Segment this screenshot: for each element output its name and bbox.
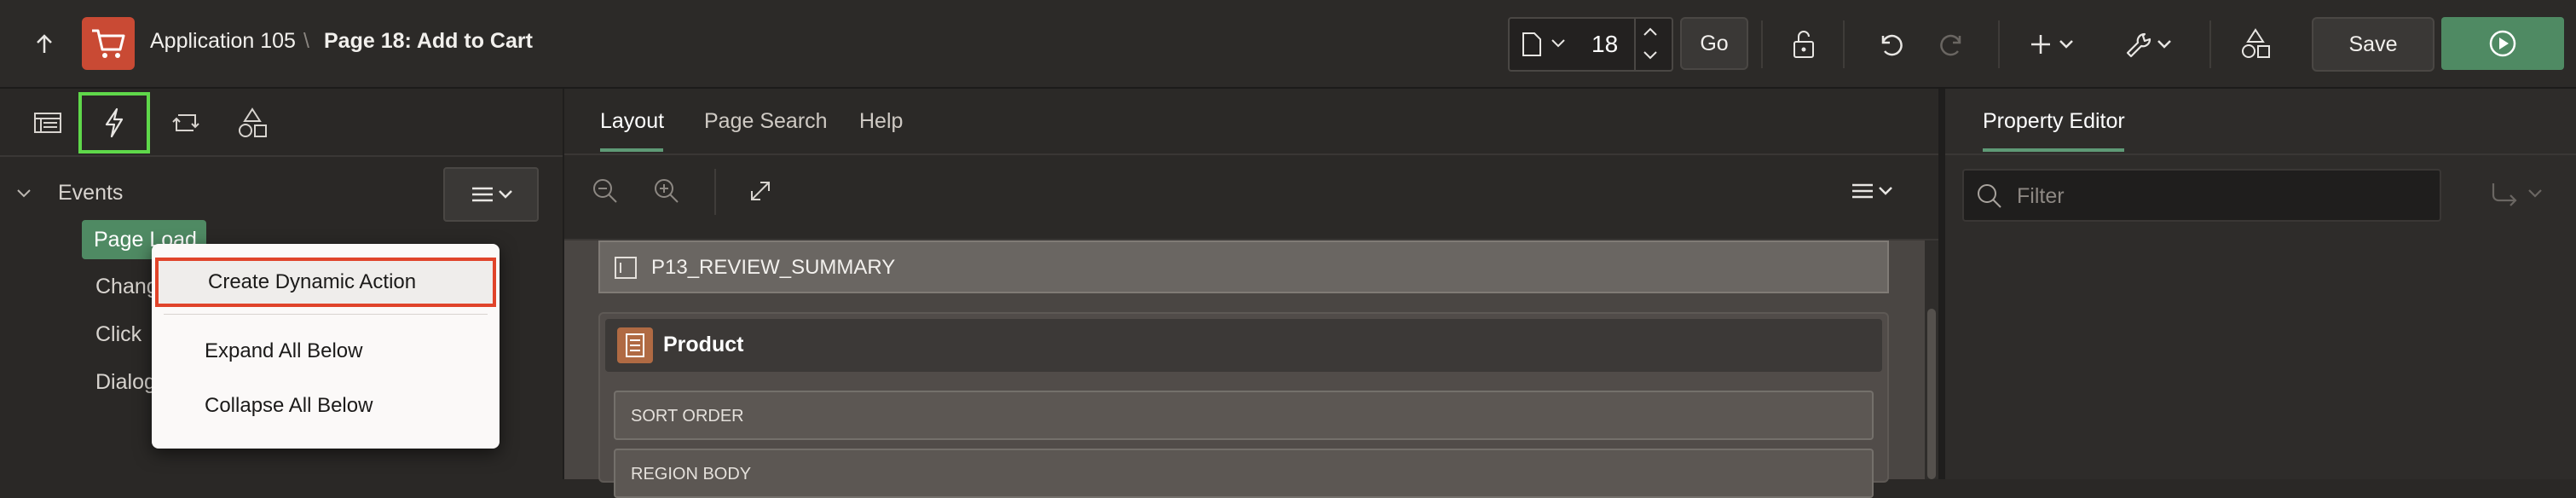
rendering-tab-icon[interactable] xyxy=(26,101,70,145)
collapse-chevron-icon[interactable] xyxy=(15,188,32,200)
run-button[interactable] xyxy=(2441,17,2564,70)
search-icon xyxy=(1976,182,2003,210)
right-splitter[interactable] xyxy=(1938,89,1945,479)
menu-item-label: Create Dynamic Action xyxy=(208,270,417,293)
wrench-icon[interactable] xyxy=(2123,26,2177,63)
tree-menu-button[interactable] xyxy=(443,167,539,222)
center-pane: Layout Page Search Help P13_REVIEW_SUMMA… xyxy=(564,89,1938,498)
tab-row-divider xyxy=(0,155,563,157)
zoom-in-icon[interactable] xyxy=(648,172,685,210)
go-to-group-icon[interactable] xyxy=(2482,174,2559,217)
toolbar-divider xyxy=(714,169,716,215)
page-selector[interactable]: 18 xyxy=(1508,17,1673,72)
tab-row-divider xyxy=(1945,153,2576,155)
tab-page-search[interactable]: Page Search xyxy=(704,109,828,134)
active-tab-underline xyxy=(600,148,663,152)
app-cart-icon[interactable] xyxy=(82,17,135,70)
stepper-divider xyxy=(1634,19,1636,70)
toolbar-divider xyxy=(2209,20,2211,68)
item-label: P13_REVIEW_SUMMARY xyxy=(651,256,896,279)
tree-root-events[interactable]: Events xyxy=(58,181,123,206)
tree-item-dialog[interactable]: Dialog xyxy=(95,370,156,395)
undo-icon[interactable] xyxy=(1872,26,1909,63)
position-region-body[interactable]: REGION BODY xyxy=(614,449,1874,498)
expand-icon[interactable] xyxy=(742,172,779,210)
region-product[interactable]: Product SORT ORDER REGION BODY xyxy=(598,312,1889,498)
top-toolbar: Application 105 \ Page 18: Add to Cart 1… xyxy=(0,0,2576,89)
toolbar-divider xyxy=(1843,20,1845,68)
play-icon xyxy=(2489,30,2516,57)
lock-icon[interactable] xyxy=(1785,26,1822,63)
go-button[interactable]: Go xyxy=(1680,17,1748,70)
right-pane: Property Editor Filter xyxy=(1945,89,2576,479)
layout-menu-icon[interactable] xyxy=(1843,172,1903,210)
tab-layout[interactable]: Layout xyxy=(600,109,664,134)
filter-placeholder: Filter xyxy=(2017,184,2065,208)
region-icon xyxy=(617,327,653,363)
add-menu-icon[interactable] xyxy=(2025,26,2080,63)
position-sort-order[interactable]: SORT ORDER xyxy=(614,391,1874,440)
filter-input[interactable]: Filter xyxy=(1962,169,2441,222)
scrollbar-thumb[interactable] xyxy=(1927,309,1936,479)
redo-icon[interactable] xyxy=(1933,26,1971,63)
save-button[interactable]: Save xyxy=(2312,17,2434,72)
menu-item-collapse-all-below[interactable]: Collapse All Below xyxy=(205,394,373,418)
tree-item-click[interactable]: Click xyxy=(95,322,142,347)
shared-components-tab-icon[interactable] xyxy=(230,101,274,145)
page-item-row[interactable]: P13_REVIEW_SUMMARY xyxy=(598,240,1889,293)
tree-item-change[interactable]: Chang xyxy=(95,275,159,299)
page-icon xyxy=(1522,32,1542,57)
page-number-input[interactable]: 18 xyxy=(1591,31,1618,58)
menu-item-create-dynamic-action[interactable]: Create Dynamic Action xyxy=(155,258,496,307)
stepper-down-icon[interactable] xyxy=(1641,49,1660,61)
tab-property-editor[interactable]: Property Editor xyxy=(1983,109,2125,134)
region-header[interactable]: Product xyxy=(605,319,1882,372)
breadcrumb-app[interactable]: Application 105 xyxy=(150,29,296,54)
active-tab-underline xyxy=(1983,148,2124,152)
shared-components-icon[interactable] xyxy=(2237,24,2274,63)
menu-icon xyxy=(472,187,512,202)
zoom-out-icon[interactable] xyxy=(586,172,624,210)
breadcrumb-separator: \ xyxy=(303,29,309,53)
position-label: REGION BODY xyxy=(631,465,752,484)
toolbar-divider xyxy=(1761,20,1763,68)
position-label: SORT ORDER xyxy=(631,407,744,426)
layout-canvas: P13_REVIEW_SUMMARY Product SORT ORDER RE… xyxy=(564,240,1925,498)
toolbar-divider xyxy=(1998,20,2000,68)
menu-separator xyxy=(164,314,488,315)
dynamic-actions-tab-icon[interactable] xyxy=(78,92,150,153)
processing-tab-icon[interactable] xyxy=(164,101,208,145)
item-icon xyxy=(614,256,638,280)
stepper-up-icon[interactable] xyxy=(1641,26,1660,38)
tab-help[interactable]: Help xyxy=(859,109,903,134)
up-arrow-icon[interactable] xyxy=(26,26,63,63)
canvas-scrollbar[interactable] xyxy=(1925,240,1938,479)
tab-row-divider xyxy=(564,153,1938,155)
page-title: Page 18: Add to Cart xyxy=(324,29,533,53)
region-title: Product xyxy=(663,333,744,356)
menu-item-expand-all-below[interactable]: Expand All Below xyxy=(205,339,362,363)
context-menu: Create Dynamic Action Expand All Below C… xyxy=(152,244,500,449)
chevron-down-icon[interactable] xyxy=(1551,38,1566,49)
